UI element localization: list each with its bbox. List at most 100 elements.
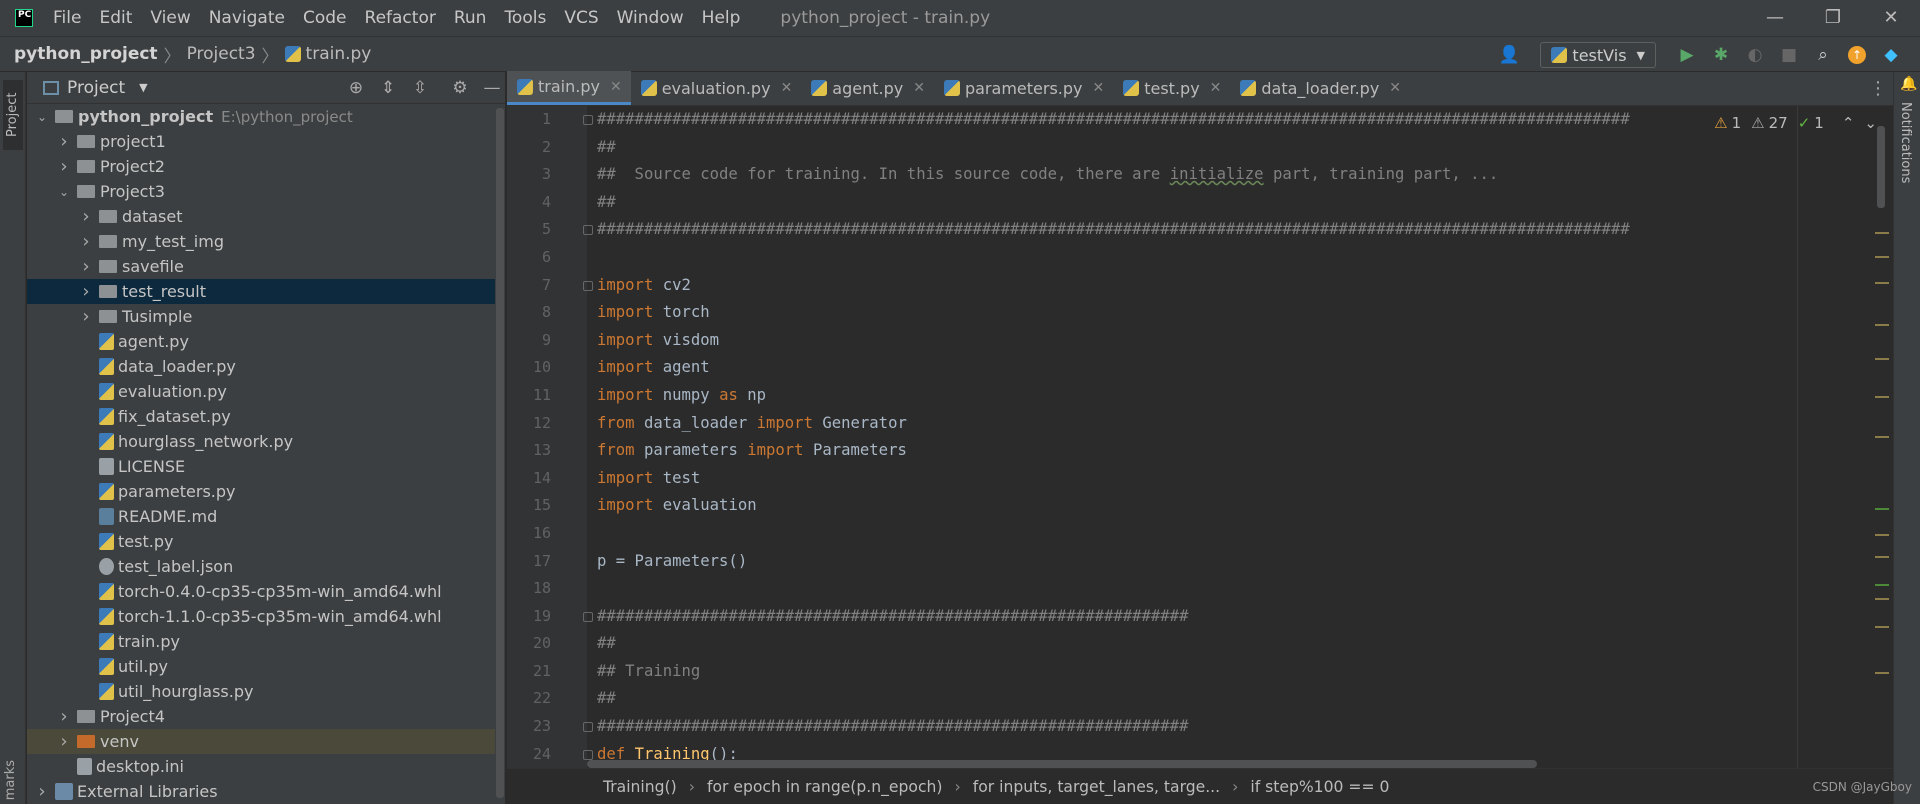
fold-marker-icon[interactable] <box>583 749 593 760</box>
gear-icon[interactable]: ⚙ <box>447 78 473 98</box>
update-icon[interactable]: ↑ <box>1845 43 1869 67</box>
tree-item[interactable]: data_loader.py <box>27 354 505 379</box>
code-line[interactable]: ########################################… <box>597 603 1863 631</box>
chevron-right-icon[interactable]: › <box>57 731 71 752</box>
fold-marker-icon[interactable] <box>583 722 593 733</box>
debug-icon[interactable]: ✱ <box>1709 43 1733 67</box>
breadcrumb-project[interactable]: python_project <box>14 44 158 64</box>
fold-marker-icon[interactable] <box>583 225 593 236</box>
code-line[interactable]: import test <box>597 465 1863 493</box>
menu-item-tools[interactable]: Tools <box>504 8 546 28</box>
close-icon[interactable]: ✕ <box>781 80 793 96</box>
more-tabs-icon[interactable]: ⋮ <box>1869 78 1887 99</box>
chevron-up-icon[interactable]: ⌃ <box>1842 114 1855 132</box>
close-icon[interactable]: ✕ <box>913 80 925 96</box>
hide-icon[interactable]: — <box>479 78 505 98</box>
project-tool-tab[interactable]: Project <box>3 80 23 150</box>
close-icon[interactable]: ✕ <box>610 79 622 95</box>
menu-item-edit[interactable]: Edit <box>99 8 132 28</box>
editor-tab[interactable]: data_loader.py ✕ <box>1230 71 1410 105</box>
tree-item[interactable]: › savefile <box>27 254 505 279</box>
tree-item[interactable]: › Tusimple <box>27 304 505 329</box>
editor-tab[interactable]: test.py ✕ <box>1113 71 1230 105</box>
code-line[interactable]: ## <box>597 189 1863 217</box>
stop-icon[interactable]: ■ <box>1777 43 1801 67</box>
editor-scrollbar[interactable] <box>1875 106 1889 736</box>
fold-marker-icon[interactable] <box>583 280 593 291</box>
menu-item-code[interactable]: Code <box>303 8 347 28</box>
tree-item[interactable]: ⌄ python_project E:\python_project <box>27 104 505 129</box>
tree-item[interactable]: LICENSE <box>27 454 505 479</box>
menu-item-navigate[interactable]: Navigate <box>209 8 285 28</box>
code-line[interactable]: ########################################… <box>597 713 1863 741</box>
tree-item[interactable]: train.py <box>27 629 505 654</box>
restore-button[interactable]: ❐ <box>1804 0 1862 36</box>
project-scrollbar[interactable] <box>495 104 505 804</box>
menu-item-run[interactable]: Run <box>454 8 487 28</box>
code-area[interactable]: 1 2 3 4 5 6 7 8 9 10 11 12 13 14 15 16 17 18 19 20 21 22 23 24 … <box>507 106 1893 769</box>
close-button[interactable]: ✕ <box>1862 0 1920 36</box>
code-line[interactable] <box>597 520 1863 548</box>
tree-item[interactable]: › venv <box>27 729 505 754</box>
user-icon[interactable]: 👤 <box>1497 43 1521 67</box>
code-line[interactable]: ## Source code for training. In this sou… <box>597 161 1863 189</box>
notifications-tool-tab[interactable]: Notifications <box>1898 102 1913 183</box>
code-breadcrumb-item[interactable]: if step%100 == 0 <box>1250 778 1389 796</box>
tree-item[interactable]: ⌄ Project3 <box>27 179 505 204</box>
tree-item[interactable]: evaluation.py <box>27 379 505 404</box>
notification-bell-icon[interactable]: 🔔 <box>1900 76 1917 92</box>
chevron-right-icon[interactable]: › <box>57 131 71 152</box>
expand-all-icon[interactable]: ⇕ <box>375 78 401 98</box>
menu-item-vcs[interactable]: VCS <box>564 8 598 28</box>
tree-item[interactable]: › External Libraries <box>27 779 505 804</box>
tree-item[interactable]: › test_result <box>27 279 505 304</box>
project-panel-title[interactable]: Project <box>67 78 125 98</box>
chevron-down-icon[interactable]: ⌄ <box>35 110 49 124</box>
tree-item[interactable]: › my_test_img <box>27 229 505 254</box>
editor-tab[interactable]: agent.py ✕ <box>801 71 934 105</box>
tree-item[interactable]: agent.py <box>27 329 505 354</box>
close-icon[interactable]: ✕ <box>1092 80 1104 96</box>
code-line[interactable]: import numpy as np <box>597 382 1863 410</box>
code-line[interactable]: ## <box>597 685 1863 713</box>
menu-item-refactor[interactable]: Refactor <box>365 8 436 28</box>
code-breadcrumb-item[interactable]: for inputs, target_lanes, targe... <box>973 778 1220 796</box>
chevron-right-icon[interactable]: › <box>79 206 93 227</box>
menu-item-help[interactable]: Help <box>702 8 741 28</box>
code-line[interactable]: import cv2 <box>597 272 1863 300</box>
search-icon[interactable]: ⌕ <box>1811 43 1835 67</box>
editor-tab[interactable]: train.py ✕ <box>507 71 631 105</box>
code-line[interactable]: p = Parameters() <box>597 548 1863 576</box>
close-icon[interactable]: ✕ <box>1389 80 1401 96</box>
code-line[interactable]: ########################################… <box>597 216 1863 244</box>
code-line[interactable] <box>597 575 1863 603</box>
tree-item[interactable]: fix_dataset.py <box>27 404 505 429</box>
bookmarks-tool-tab[interactable]: marks <box>3 760 18 800</box>
menu-item-view[interactable]: View <box>150 8 190 28</box>
tree-item[interactable]: torch-0.4.0-cp35-cp35m-win_amd64.whl <box>27 579 505 604</box>
collapse-all-icon[interactable]: ⇳ <box>407 78 433 98</box>
run-icon[interactable]: ▶ <box>1675 43 1699 67</box>
code-line[interactable] <box>597 244 1863 272</box>
menu-item-window[interactable]: Window <box>617 8 684 28</box>
code-breadcrumb-item[interactable]: for epoch in range(p.n_epoch) <box>707 778 943 796</box>
fold-marker-icon[interactable] <box>583 611 593 622</box>
coverage-icon[interactable]: ◐ <box>1743 43 1767 67</box>
chevron-right-icon[interactable]: › <box>79 231 93 252</box>
tree-item[interactable]: parameters.py <box>27 479 505 504</box>
code-line[interactable]: from data_loader import Generator <box>597 410 1863 438</box>
tree-item[interactable]: util.py <box>27 654 505 679</box>
code-line[interactable]: from parameters import Parameters <box>597 437 1863 465</box>
tree-item[interactable]: util_hourglass.py <box>27 679 505 704</box>
code-lines[interactable]: ########################################… <box>597 106 1863 768</box>
code-line[interactable]: ## <box>597 630 1863 658</box>
tree-item[interactable]: hourglass_network.py <box>27 429 505 454</box>
tree-item[interactable]: › Project2 <box>27 154 505 179</box>
code-line[interactable]: import agent <box>597 354 1863 382</box>
chevron-right-icon[interactable]: › <box>79 306 93 327</box>
code-line[interactable]: ## Training <box>597 658 1863 686</box>
close-icon[interactable]: ✕ <box>1210 80 1222 96</box>
menu-item-file[interactable]: File <box>53 8 81 28</box>
code-line[interactable]: import torch <box>597 299 1863 327</box>
code-line[interactable]: ########################################… <box>597 106 1863 134</box>
